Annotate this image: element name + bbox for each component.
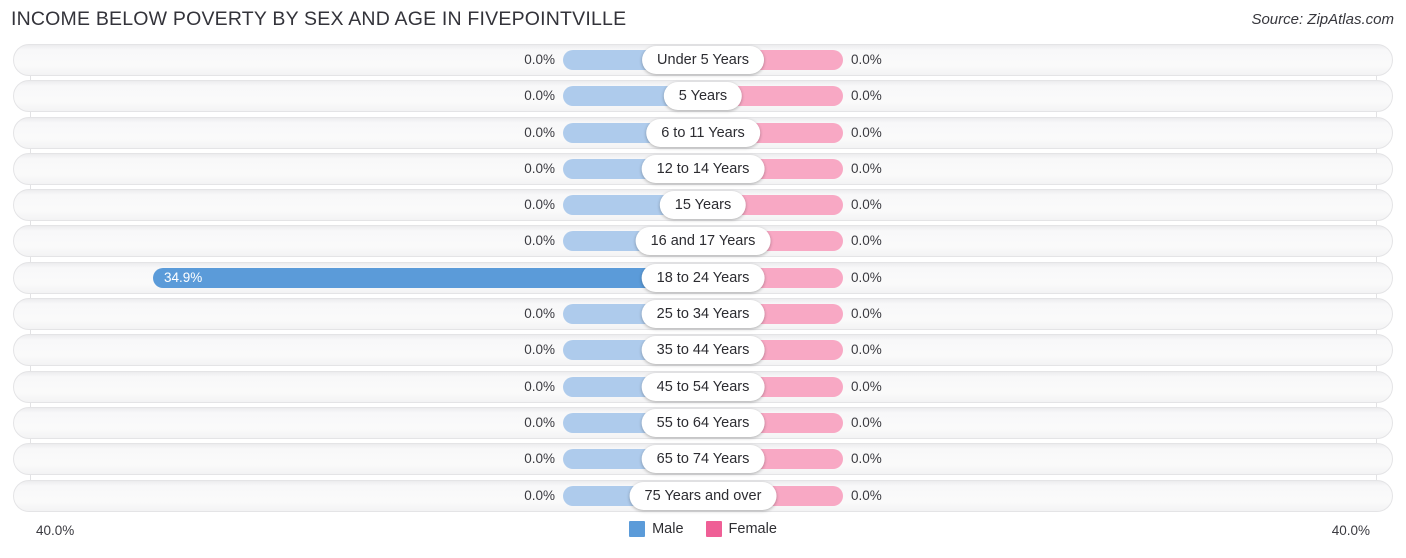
bar-rows: 0.0% 0.0% Under 5 Years 0.0% 0.0% 5 Years 0.0%… [0, 44, 1406, 516]
value-label-female: 0.0% [851, 233, 882, 249]
value-label-female: 0.0% [851, 378, 882, 394]
bar-row: 0.0% 0.0% 75 Years and over [0, 479, 1406, 512]
legend-item-female[interactable]: Female [705, 521, 777, 537]
category-label-pill: 6 to 11 Years [646, 118, 760, 147]
value-label-male: 0.0% [524, 342, 555, 358]
value-label-male: 0.0% [524, 487, 555, 503]
category-label-pill: 35 to 44 Years [641, 336, 765, 365]
chart-axis: 40.0% 40.0% Male Female [0, 519, 1406, 558]
value-label-male: 0.0% [524, 52, 555, 67]
value-label-female: 0.0% [851, 52, 882, 67]
category-label-pill: 16 and 17 Years [635, 227, 771, 256]
category-label-pill: 15 Years [659, 191, 747, 220]
value-label-male: 0.0% [524, 306, 555, 322]
category-label-pill: 55 to 64 Years [641, 408, 765, 437]
bar-row: 0.0% 0.0% Under 5 Years [0, 44, 1406, 76]
value-label-male: 0.0% [524, 414, 555, 430]
category-label-pill: 25 to 34 Years [641, 300, 765, 329]
category-label-pill: 65 to 74 Years [641, 445, 765, 474]
chart-legend: Male Female [0, 521, 1406, 537]
value-label-male: 0.0% [524, 451, 555, 467]
value-label-female: 0.0% [851, 269, 882, 285]
value-label-male: 34.9% [163, 269, 203, 285]
value-label-female: 0.0% [851, 160, 882, 176]
legend-label: Female [728, 521, 777, 537]
page-title: INCOME BELOW POVERTY BY SEX AND AGE IN F… [11, 8, 627, 30]
bar-row: 34.9% 0.0% 18 to 24 Years [0, 261, 1406, 294]
bar-row: 0.0% 0.0% 25 to 34 Years [0, 298, 1406, 331]
legend-swatch-icon [705, 521, 722, 537]
value-label-male: 0.0% [524, 197, 555, 213]
chart-header: INCOME BELOW POVERTY BY SEX AND AGE IN F… [0, 0, 1406, 42]
category-label-pill: 18 to 24 Years [641, 263, 765, 292]
bar-row: 0.0% 0.0% 45 to 54 Years [0, 370, 1406, 403]
value-label-male: 0.0% [524, 378, 555, 394]
bar-male: 34.9% [152, 267, 703, 288]
legend-item-male[interactable]: Male [629, 521, 684, 537]
value-label-male: 0.0% [524, 233, 555, 249]
legend-label: Male [652, 521, 684, 537]
value-label-female: 0.0% [851, 197, 882, 213]
value-label-female: 0.0% [851, 451, 882, 467]
bar-row: 0.0% 0.0% 12 to 14 Years [0, 152, 1406, 185]
bar-row: 0.0% 0.0% 55 to 64 Years [0, 406, 1406, 439]
value-label-female: 0.0% [851, 88, 882, 104]
value-label-female: 0.0% [851, 414, 882, 430]
bar-row: 0.0% 0.0% 65 to 74 Years [0, 443, 1406, 476]
source-attribution: Source: ZipAtlas.com [1251, 11, 1394, 28]
category-label-pill: 5 Years [663, 82, 743, 111]
value-label-female: 0.0% [851, 487, 882, 503]
chart-plot-area: 0.0% 0.0% Under 5 Years 0.0% 0.0% 5 Years 0.0%… [0, 44, 1406, 520]
value-label-female: 0.0% [851, 342, 882, 358]
category-label-pill: 75 Years and over [629, 481, 777, 510]
value-label-male: 0.0% [524, 88, 555, 104]
bar-row: 0.0% 0.0% 5 Years [0, 80, 1406, 113]
bar-row: 0.0% 0.0% 35 to 44 Years [0, 334, 1406, 367]
category-label-pill: 12 to 14 Years [641, 154, 765, 183]
category-label-pill: Under 5 Years [642, 46, 764, 74]
value-label-male: 0.0% [524, 160, 555, 176]
bar-row: 0.0% 0.0% 16 and 17 Years [0, 225, 1406, 258]
value-label-female: 0.0% [851, 124, 882, 140]
value-label-female: 0.0% [851, 306, 882, 322]
bar-row: 0.0% 0.0% 6 to 11 Years [0, 116, 1406, 149]
category-label-pill: 45 to 54 Years [641, 372, 765, 401]
bar-row: 0.0% 0.0% 15 Years [0, 189, 1406, 222]
legend-swatch-icon [629, 521, 646, 537]
value-label-male: 0.0% [524, 124, 555, 140]
